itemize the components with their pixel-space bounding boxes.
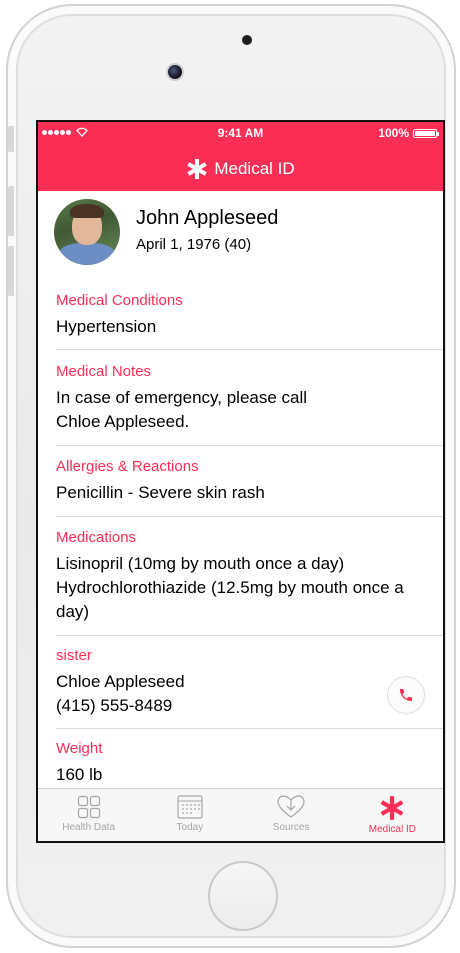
- section-label: Medical Conditions: [56, 292, 183, 309]
- profile-dob: April 1, 1976 (40): [136, 236, 252, 253]
- section-label: Weight: [56, 740, 103, 757]
- section-medical-conditions: Medical Conditions Hypertension: [56, 291, 443, 350]
- status-bar: 9:41 AM 100%: [38, 126, 443, 142]
- section-weight: Weight 160 lb: [56, 739, 443, 788]
- asterisk-icon: [381, 796, 404, 820]
- section-value: Lisinopril (10mg by mouth once a day) Hy…: [56, 554, 404, 621]
- grid-icon: [77, 795, 100, 819]
- phone-icon: [400, 689, 412, 701]
- section-value: 160 lb: [56, 765, 103, 784]
- tab-today[interactable]: Today: [139, 789, 240, 841]
- volume-up-button: [8, 186, 14, 236]
- page-title: Medical ID: [214, 159, 295, 178]
- tab-label: Today: [176, 822, 204, 833]
- tab-label: Sources: [272, 822, 310, 833]
- section-value: Chloe Appleseed (415) 555-8489: [56, 672, 185, 715]
- phone-screen: 9:41 AM 100% Medical ID John Appleseed A…: [36, 120, 445, 843]
- section-medications: Medications Lisinopril (10mg by mouth on…: [56, 528, 443, 636]
- section-emergency-contact: sister Chloe Appleseed (415) 555-8489: [56, 646, 443, 729]
- avatar: [54, 199, 120, 265]
- section-allergies: Allergies & Reactions Penicillin - Sever…: [56, 457, 443, 517]
- tab-label: Medical ID: [368, 824, 416, 835]
- tab-sources[interactable]: Sources: [241, 789, 342, 841]
- section-label: Medications: [56, 529, 137, 546]
- section-medical-notes: Medical Notes In case of emergency, plea…: [56, 362, 443, 446]
- asterisk-icon: [187, 159, 208, 179]
- call-button[interactable]: [387, 676, 425, 714]
- navigation-bar: 9:41 AM 100% Medical ID: [38, 122, 443, 191]
- tab-label: Health Data: [62, 822, 116, 833]
- section-label: Allergies & Reactions: [56, 458, 199, 475]
- medical-id-content[interactable]: John Appleseed April 1, 1976 (40) Medica…: [38, 191, 443, 788]
- nav-title-wrap: Medical ID: [38, 158, 443, 180]
- tab-medical-id[interactable]: Medical ID: [342, 789, 443, 841]
- battery-percent: 100%: [378, 126, 409, 140]
- home-button[interactable]: [208, 861, 278, 931]
- profile-header: John Appleseed April 1, 1976 (40): [54, 199, 443, 269]
- download-heart-icon: [277, 795, 305, 818]
- mute-switch: [8, 126, 14, 152]
- section-label: Medical Notes: [56, 363, 152, 380]
- section-value: Hypertension: [56, 317, 157, 336]
- front-camera: [168, 65, 182, 79]
- section-value: In case of emergency, please call Chloe …: [56, 388, 308, 431]
- tab-bar: Health Data Today Sources Medical ID: [38, 788, 443, 841]
- section-value: Penicillin - Severe skin rash: [56, 483, 265, 502]
- tab-health-data[interactable]: Health Data: [38, 789, 139, 841]
- profile-name: John Appleseed: [136, 207, 279, 229]
- volume-down-button: [8, 246, 14, 296]
- calendar-icon: [177, 795, 203, 819]
- status-right: 100%: [378, 126, 439, 140]
- battery-icon: [413, 128, 439, 138]
- section-label: sister: [56, 647, 92, 664]
- proximity-sensor: [242, 35, 252, 45]
